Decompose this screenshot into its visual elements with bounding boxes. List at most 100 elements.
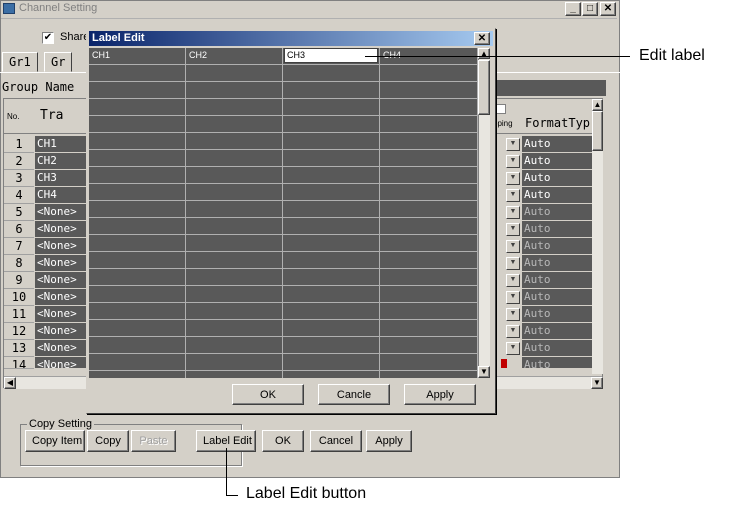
share-label: Share [60, 31, 90, 43]
apply-button[interactable]: Apply [366, 430, 412, 452]
dropdown-arrow-icon[interactable]: ▼ [506, 206, 520, 219]
dropdown-arrow-icon[interactable]: ▼ [506, 257, 520, 270]
label-edit-grid-lines [89, 65, 478, 378]
row-number: 14 [4, 357, 34, 369]
tab-group-1[interactable]: Gr1 [2, 52, 38, 72]
group-name-field[interactable] [496, 80, 606, 96]
row-number: 1 [4, 136, 34, 153]
trace-cell[interactable]: CH4 [35, 187, 90, 204]
dropdown-arrow-icon[interactable]: ▼ [506, 240, 520, 253]
dialog-ok-button[interactable]: OK [232, 384, 304, 405]
format-cell[interactable]: Auto [522, 238, 592, 255]
dialog-title: Label Edit [92, 32, 145, 44]
trace-cell[interactable]: <None> [35, 272, 90, 289]
minimize-icon[interactable]: _ [565, 2, 581, 16]
copy-button[interactable]: Copy [87, 430, 129, 452]
format-cell[interactable]: Auto [522, 204, 592, 221]
dialog-scroll-thumb[interactable] [478, 60, 490, 115]
row-number: 11 [4, 306, 34, 323]
dialog-close-icon[interactable]: ✕ [474, 32, 490, 45]
tab-group-2[interactable]: Gr [44, 52, 73, 72]
main-window-title: Channel Setting [19, 2, 98, 14]
format-cell[interactable]: Auto [522, 136, 592, 153]
row-number: 5 [4, 204, 34, 221]
trace-cell[interactable]: <None> [35, 289, 90, 306]
dialog-apply-button[interactable]: Apply [404, 384, 476, 405]
trace-cell[interactable]: CH2 [35, 153, 90, 170]
row-number: 13 [4, 340, 34, 357]
ok-button[interactable]: OK [262, 430, 304, 452]
row-number: 10 [4, 289, 34, 306]
row-number: 8 [4, 255, 34, 272]
scroll-up-icon[interactable]: ▲ [592, 99, 603, 111]
copy-item-button[interactable]: Copy Item [25, 430, 85, 452]
label-edit-input[interactable]: CH3 [284, 48, 378, 63]
trace-cell[interactable]: CH1 [35, 136, 90, 153]
format-cell[interactable]: Auto [522, 272, 592, 289]
group-name-label: Group Name [2, 80, 75, 94]
dropdown-arrow-icon[interactable]: ▼ [506, 223, 520, 236]
dialog-cancel-button[interactable]: Cancle [318, 384, 390, 405]
row-number: 9 [4, 272, 34, 289]
trace-cell[interactable]: <None> [35, 221, 90, 238]
col-header-no: No. [7, 112, 20, 121]
row-number: 2 [4, 153, 34, 170]
dropdown-arrow-icon[interactable]: ▼ [506, 155, 520, 168]
maximize-icon[interactable]: □ [582, 2, 598, 16]
label-cell-ch1[interactable]: CH1 [89, 48, 186, 65]
row-number: 12 [4, 323, 34, 340]
edit-label-leader-line [365, 56, 630, 57]
scroll-left-icon[interactable]: ◀ [4, 377, 16, 389]
format-cell[interactable]: Auto [522, 323, 592, 340]
trace-cell[interactable]: <None> [35, 238, 90, 255]
copy-setting-label: Copy Setting [27, 418, 94, 430]
label-cell-ch2[interactable]: CH2 [186, 48, 283, 65]
label-edit-leader-horizontal [226, 495, 238, 496]
dialog-titlebar [89, 31, 493, 46]
trace-cell[interactable]: <None> [35, 340, 90, 357]
trace-cell[interactable]: <None> [35, 306, 90, 323]
trace-cell[interactable]: <None> [35, 357, 90, 369]
dropdown-arrow-icon[interactable]: ▼ [506, 172, 520, 185]
format-cell[interactable]: Auto [522, 255, 592, 272]
format-cell[interactable]: Auto [522, 306, 592, 323]
format-cell[interactable]: Auto [522, 221, 592, 238]
format-cell[interactable]: Auto [522, 153, 592, 170]
row-number: 3 [4, 170, 34, 187]
dropdown-arrow-icon[interactable]: ▼ [506, 138, 520, 151]
format-cell[interactable]: Auto [522, 289, 592, 306]
dropdown-arrow-icon[interactable]: ▼ [506, 274, 520, 287]
dropdown-arrow-icon[interactable]: ▼ [506, 291, 520, 304]
scroll-down-icon[interactable]: ▼ [591, 377, 603, 389]
dropdown-arrow-icon[interactable]: ▼ [506, 342, 520, 355]
format-cell[interactable]: Auto [522, 340, 592, 357]
label-edit-leader-vertical [226, 448, 227, 496]
dropdown-arrow-icon[interactable]: ▼ [506, 189, 520, 202]
row-number: 7 [4, 238, 34, 255]
mapping-checkbox[interactable] [496, 104, 506, 114]
red-marker-icon [501, 359, 507, 368]
dialog-scroll-up-icon[interactable]: ▲ [478, 48, 490, 59]
label-edit-button-callout: Label Edit button [246, 485, 367, 502]
format-cell[interactable]: Auto [522, 187, 592, 204]
scroll-thumb[interactable] [592, 111, 603, 151]
dropdown-arrow-icon[interactable]: ▼ [506, 308, 520, 321]
cancel-button[interactable]: Cancel [310, 430, 362, 452]
trace-cell[interactable]: <None> [35, 255, 90, 272]
row-number: 6 [4, 221, 34, 238]
col-header-format: FormatTyp [525, 116, 591, 130]
share-checkbox[interactable]: ✔ [42, 32, 54, 44]
edit-label-callout: Edit label [639, 47, 705, 64]
paste-button[interactable]: Paste [131, 430, 176, 452]
col-header-trace: Tra [40, 108, 64, 123]
dropdown-arrow-icon[interactable]: ▼ [506, 325, 520, 338]
close-icon[interactable]: ✕ [600, 2, 616, 16]
dialog-scroll-down-icon[interactable]: ▼ [478, 366, 490, 378]
window-app-icon [3, 3, 15, 14]
trace-cell[interactable]: <None> [35, 323, 90, 340]
trace-cell[interactable]: <None> [35, 204, 90, 221]
format-cell[interactable]: Auto [522, 170, 592, 187]
format-cell[interactable]: Auto [522, 357, 592, 369]
trace-cell[interactable]: CH3 [35, 170, 90, 187]
row-number: 4 [4, 187, 34, 204]
